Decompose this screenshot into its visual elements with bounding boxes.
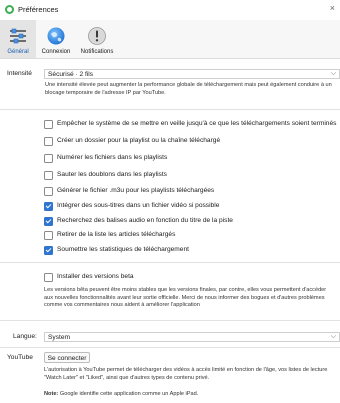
language-select[interactable]: System ⌵ <box>44 332 340 342</box>
checkbox-checked[interactable] <box>44 202 53 211</box>
tab-general-label: Général <box>7 49 29 55</box>
tab-connexion-label: Connexion <box>41 49 71 55</box>
checkbox[interactable] <box>44 187 53 196</box>
sliders-icon <box>8 26 28 48</box>
checkbox[interactable] <box>44 120 53 129</box>
option-label: Recherchez des balises audio en fonction… <box>57 217 233 224</box>
preferences-toolbar: Général Connexion Notifications <box>0 20 340 59</box>
checkbox[interactable] <box>44 137 53 146</box>
option-label: Numérer les fichiers dans les playlists <box>57 154 168 161</box>
youtube-connect-button[interactable]: Se connecter <box>44 352 90 363</box>
divider <box>0 320 340 321</box>
youtube-label: YouTube <box>7 354 33 361</box>
tab-notifications[interactable]: Notifications <box>76 20 118 58</box>
tab-connexion[interactable]: Connexion <box>36 20 76 58</box>
youtube-note: L'autorisation à YouTube permet de téléc… <box>44 367 328 381</box>
checkbox[interactable] <box>44 273 53 282</box>
option-label: Installer des versions beta <box>57 273 134 280</box>
chevron-down-icon: ⌵ <box>330 70 336 77</box>
close-icon[interactable]: × <box>330 3 335 13</box>
app-logo-icon <box>5 5 14 14</box>
option-label: Sauter les doublons dans les playlists <box>57 171 167 178</box>
checkbox[interactable] <box>44 171 53 180</box>
language-value: System <box>48 334 70 341</box>
beta-note: Les versions bêta peuvent être moins sta… <box>44 287 327 309</box>
option-label: Soumettre les statistiques de télécharge… <box>57 246 189 253</box>
note-bold-label: Note: <box>44 391 59 397</box>
divider <box>0 347 340 348</box>
checkbox-checked[interactable] <box>44 246 53 255</box>
youtube-note-2: Note: Google identifie cette application… <box>44 391 338 399</box>
globe-icon <box>46 26 66 48</box>
intensity-note: Une intensité élevée peut augmenter la p… <box>45 82 332 96</box>
option-label: Retirer de la liste les articles télécha… <box>57 231 176 238</box>
option-label: Générer le fichier .m3u pour les playlis… <box>57 187 215 194</box>
intensity-value: Sécurisé · 2 fils <box>48 71 94 78</box>
chevron-down-icon: ⌵ <box>330 333 336 340</box>
tab-general[interactable]: Général <box>0 20 36 58</box>
option-label: Intégrer des sous-titres dans un fichier… <box>57 202 220 209</box>
intensity-label: Intensité <box>7 70 32 77</box>
tab-notifications-label: Notifications <box>80 49 114 55</box>
title-bar: Préférences × <box>0 0 340 21</box>
divider <box>0 109 340 110</box>
intensity-select[interactable]: Sécurisé · 2 fils ⌵ <box>44 69 340 79</box>
checkbox[interactable] <box>44 231 53 240</box>
language-label: Langue: <box>13 333 37 340</box>
note-text: Google identifie cette application comme… <box>58 391 199 397</box>
checkbox-checked[interactable] <box>44 217 53 226</box>
exclamation-icon <box>87 26 107 48</box>
checkbox[interactable] <box>44 154 53 163</box>
window-title: Préférences <box>18 5 59 14</box>
option-label: Créer un dossier pour la playlist ou la … <box>57 137 221 144</box>
option-label: Empêcher le système de se mettre en veil… <box>57 120 337 127</box>
divider <box>0 262 340 263</box>
